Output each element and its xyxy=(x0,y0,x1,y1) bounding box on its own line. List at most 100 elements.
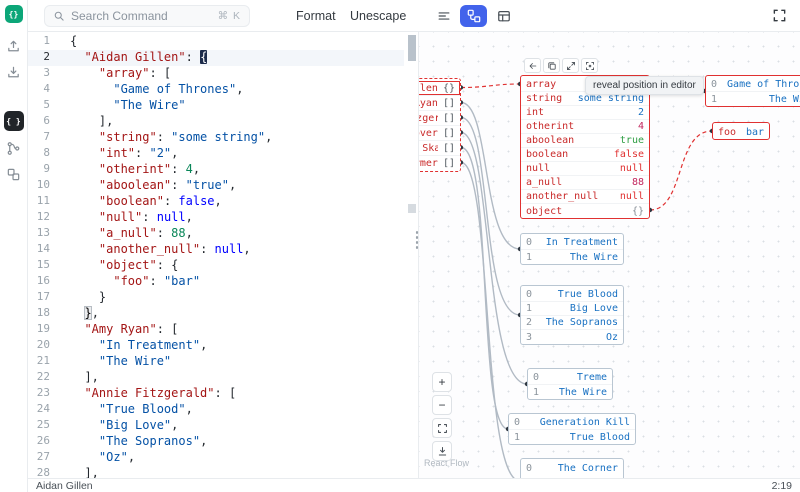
graph-node-root[interactable]: Aidan Gillen{}Amy Ryan[]Annie Fitzgerald… xyxy=(419,78,461,172)
icon-rail: {} { } xyxy=(0,0,28,492)
editor-line[interactable]: 21 "The Wire" xyxy=(28,354,404,370)
node-row: otherint4 xyxy=(521,120,649,134)
arrow-left-icon xyxy=(528,61,538,71)
editor-line[interactable]: 23 "Annie Fitzgerald": [ xyxy=(28,386,404,402)
editor-line[interactable]: 4 "Game of Thrones", xyxy=(28,82,404,98)
graph-node-object-foo[interactable]: foobar xyxy=(712,122,770,140)
graph-node-annie-fitzgerald[interactable]: 0True Blood1Big Love2The Sopranos3Oz xyxy=(520,285,624,345)
editor-line[interactable]: 6 ], xyxy=(28,114,404,130)
editor-line[interactable]: 1{ xyxy=(28,34,404,50)
fit-view-icon xyxy=(437,423,448,434)
copy-icon xyxy=(547,61,557,71)
editor-line[interactable]: 8 "int": "2", xyxy=(28,146,404,162)
line-content: "string": "some string", xyxy=(62,130,272,146)
editor-scrollbar-thumb[interactable] xyxy=(408,35,416,61)
line-content: "array": [ xyxy=(62,66,171,82)
editor-line[interactable]: 17 } xyxy=(28,290,404,306)
line-number: 19 xyxy=(28,322,62,338)
node-row: 0True Blood xyxy=(521,288,623,302)
line-number: 10 xyxy=(28,178,62,194)
node-toolbar xyxy=(524,58,598,73)
flow-icon[interactable] xyxy=(5,139,23,157)
editor-line[interactable]: 13 "a_null": 88, xyxy=(28,226,404,242)
download-icon[interactable] xyxy=(5,63,23,81)
editor-line[interactable]: 2 "Aidan Gillen": { xyxy=(28,50,404,66)
zoom-out-button[interactable]: − xyxy=(432,395,452,415)
line-content: "Amy Ryan": [ xyxy=(62,322,178,338)
editor-line[interactable]: 22 ], xyxy=(28,370,404,386)
code-editor[interactable]: 1{2 "Aidan Gillen": {3 "array": [4 "Game… xyxy=(28,32,418,478)
editor-line[interactable]: 9 "otherint": 4, xyxy=(28,162,404,178)
editor-line[interactable]: 15 "object": { xyxy=(28,258,404,274)
upload-icon[interactable] xyxy=(5,37,23,55)
editor-line[interactable]: 16 "foo": "bar" xyxy=(28,274,404,290)
node-row: 0Treme xyxy=(528,371,612,385)
line-content: "Game of Thrones", xyxy=(62,82,243,98)
node-back-button[interactable] xyxy=(524,58,541,73)
graph-node-amy-ryan[interactable]: 0In Treatment1The Wire xyxy=(520,233,624,265)
list-view-button[interactable] xyxy=(430,5,457,27)
search-placeholder: Search Command xyxy=(71,9,168,23)
line-content: "null": null, xyxy=(62,210,193,226)
unescape-button[interactable]: Unescape xyxy=(346,0,410,32)
zoom-in-button[interactable]: + xyxy=(432,372,452,392)
graph-node-anwan-glover[interactable]: 0Treme1The Wire xyxy=(527,368,613,400)
editor-line[interactable]: 20 "In Treatment", xyxy=(28,338,404,354)
graph-node-alexander-skarsgard[interactable]: 0Generation Kill1True Blood xyxy=(508,413,636,445)
line-number: 23 xyxy=(28,386,62,402)
line-content: "Oz", xyxy=(62,450,135,466)
line-number: 5 xyxy=(28,98,62,114)
editor-line[interactable]: 25 "Big Love", xyxy=(28,418,404,434)
json-editor-icon[interactable]: { } xyxy=(4,111,24,131)
transform-icon[interactable] xyxy=(5,165,23,183)
line-content: "Aidan Gillen": { xyxy=(62,50,207,66)
node-row: 1The Wire xyxy=(528,385,612,399)
node-row: 1The Wire xyxy=(706,92,800,106)
node-focus-button[interactable] xyxy=(581,58,598,73)
line-content: "Annie Fitzgerald": [ xyxy=(62,386,236,402)
editor-line[interactable]: 10 "aboolean": "true", xyxy=(28,178,404,194)
node-row: foobar xyxy=(713,125,769,139)
node-row: Anwan Glover[] xyxy=(419,126,460,141)
editor-line[interactable]: 12 "null": null, xyxy=(28,210,404,226)
editor-line[interactable]: 11 "boolean": false, xyxy=(28,194,404,210)
editor-line[interactable]: 19 "Amy Ryan": [ xyxy=(28,322,404,338)
editor-line[interactable]: 26 "The Sopranos", xyxy=(28,434,404,450)
graph-node-alice-farmer[interactable]: 0The Corner xyxy=(520,458,624,478)
download-image-button[interactable] xyxy=(432,441,452,461)
fullscreen-button[interactable] xyxy=(770,8,788,24)
table-view-button[interactable] xyxy=(490,5,517,27)
editor-line[interactable]: 5 "The Wire" xyxy=(28,98,404,114)
editor-line[interactable]: 14 "another_null": null, xyxy=(28,242,404,258)
list-view-icon xyxy=(437,9,451,23)
node-row: 2The Sopranos xyxy=(521,316,623,330)
selection-path: Aidan Gillen xyxy=(36,480,93,492)
format-button[interactable]: Format xyxy=(292,0,340,32)
node-row: 1The Wire xyxy=(521,250,623,264)
status-bar: Aidan Gillen 2:19 xyxy=(28,478,800,492)
editor-line[interactable]: 24 "True Blood", xyxy=(28,402,404,418)
search-input[interactable]: Search Command ⌘ K xyxy=(44,5,250,27)
editor-line[interactable]: 3 "array": [ xyxy=(28,66,404,82)
app-logo[interactable]: {} xyxy=(5,5,23,23)
line-content: "aboolean": "true", xyxy=(62,178,236,194)
editor-line[interactable]: 28 ], xyxy=(28,466,404,478)
node-row: a_null88 xyxy=(521,176,649,190)
line-number: 28 xyxy=(28,466,62,478)
node-row: abooleantrue xyxy=(521,134,649,148)
search-shortcut: ⌘ K xyxy=(218,10,241,22)
editor-line[interactable]: 7 "string": "some string", xyxy=(28,130,404,146)
editor-line[interactable]: 27 "Oz", xyxy=(28,450,404,466)
graph-node-aidan-array[interactable]: 0Game of Thrones1The Wire xyxy=(705,75,800,107)
graph-view-button[interactable] xyxy=(460,5,487,27)
graph-canvas[interactable]: Aidan Gillen{}Amy Ryan[]Annie Fitzgerald… xyxy=(419,32,800,478)
editor-line[interactable]: 18 }, xyxy=(28,306,404,322)
line-number: 9 xyxy=(28,162,62,178)
graph-node-aidan-gillen[interactable]: arraystringsome stringint2otherint4abool… xyxy=(520,75,650,219)
editor-lines: 1{2 "Aidan Gillen": {3 "array": [4 "Game… xyxy=(28,34,404,478)
node-row: int2 xyxy=(521,106,649,120)
node-expand-button[interactable] xyxy=(562,58,579,73)
line-number: 12 xyxy=(28,210,62,226)
node-copy-button[interactable] xyxy=(543,58,560,73)
fit-view-button[interactable] xyxy=(432,418,452,438)
